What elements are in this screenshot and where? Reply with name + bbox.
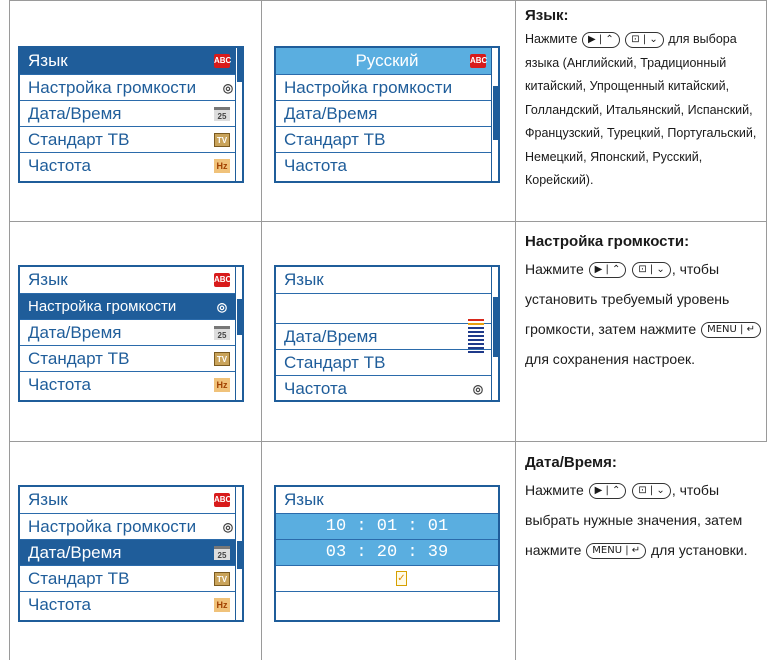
calendar-icon: 25: [214, 326, 230, 340]
section-language-description: Язык: Нажмите ▶ | ⌃ ⊡ | ⌄ для выбора язы…: [525, 6, 765, 193]
menu-down-key-icon: ⊡ | ⌄: [632, 262, 671, 279]
menu-item-language[interactable]: Язык ABC: [20, 487, 242, 513]
submenu-item[interactable]: Дата/Время: [276, 323, 498, 349]
speaker-icon: ◎: [222, 520, 234, 534]
main-menu-2: Язык ABC Настройка громкости ◎ Дата/Время 2…: [18, 265, 244, 402]
tv-icon: TV: [214, 572, 230, 586]
menu-item-datetime[interactable]: Дата/Время 25: [20, 319, 242, 345]
hz-icon: Hz: [214, 378, 230, 392]
section-title: Дата/Время:: [525, 454, 617, 471]
volume-segment: [468, 347, 484, 349]
speaker-icon: ◎: [216, 300, 228, 314]
speaker-icon: ◎: [472, 382, 484, 396]
section-volume-description: Настройка громкости: Нажмите ▶ | ⌃ ⊡ | ⌄…: [525, 232, 765, 374]
calendar-icon: 25: [214, 546, 230, 560]
confirm-row[interactable]: ✓: [276, 565, 498, 591]
menu-item-datetime[interactable]: Дата/Время 25: [20, 539, 242, 565]
submenu-item[interactable]: [276, 591, 498, 617]
table-row-divider-1: [9, 221, 767, 222]
menu-item-datetime[interactable]: Дата/Время 25: [20, 100, 242, 126]
confirm-document-icon[interactable]: ✓: [396, 571, 407, 586]
language-option-selected[interactable]: Русский ABC: [276, 48, 498, 74]
section-body: Нажмите ▶ | ⌃ ⊡ | ⌄, чтобы выбрать нужны…: [525, 482, 748, 560]
abc-icon: ABC: [214, 493, 231, 507]
menu-item-volume[interactable]: Настройка громкости ◎: [20, 293, 242, 319]
volume-segment: [468, 343, 484, 345]
submenu-volume: Язык Дата/Время Стандарт ТВ Частота ◎: [274, 265, 500, 402]
submenu-item[interactable]: Стандарт ТВ: [276, 349, 498, 375]
volume-segment: [468, 339, 484, 341]
menu-item-tv-standard[interactable]: Стандарт ТВ TV: [20, 345, 242, 371]
hz-icon: Hz: [214, 159, 230, 173]
submenu-item[interactable]: Частота: [276, 152, 498, 178]
menu-item-language[interactable]: Язык ABC: [20, 267, 242, 293]
volume-level-row[interactable]: [276, 293, 498, 323]
table-row-divider-2: [9, 441, 767, 442]
scrollbar-thumb[interactable]: [493, 86, 498, 140]
menu-enter-key-icon: MENU | ↵: [701, 322, 761, 339]
submenu-item[interactable]: Язык: [276, 267, 498, 293]
main-menu-3: Язык ABC Настройка громкости ◎ Дата/Время 2…: [18, 485, 244, 622]
menu-item-volume[interactable]: Настройка громкости ◎: [20, 513, 242, 539]
hz-icon: Hz: [214, 598, 230, 612]
section-body: Нажмите ▶ | ⌃ ⊡ | ⌄ для выбора языка (Ан…: [525, 31, 757, 187]
menu-item-frequency[interactable]: Частота Hz: [20, 152, 242, 178]
speaker-icon: ◎: [222, 81, 234, 95]
abc-icon: ABC: [214, 54, 231, 68]
menu-scrollbar[interactable]: [491, 48, 498, 181]
volume-segment: [468, 335, 484, 337]
scrollbar-thumb[interactable]: [237, 48, 242, 82]
section-title: Язык:: [525, 7, 569, 24]
section-datetime-description: Дата/Время: Нажмите ▶ | ⌃ ⊡ | ⌄, чтобы в…: [525, 453, 765, 565]
menu-down-key-icon: ⊡ | ⌄: [625, 31, 664, 48]
main-menu-1: Язык ABC Настройка громкости ◎ Дата/Время 2…: [18, 46, 244, 183]
section-body: Нажмите ▶ | ⌃ ⊡ | ⌄, чтобы установить тр…: [525, 254, 765, 374]
table-border-top: [9, 0, 767, 1]
menu-scrollbar[interactable]: [491, 267, 498, 400]
time-field[interactable]: 10 : 01 : 01: [276, 513, 498, 539]
menu-enter-key-icon: MENU | ↵: [586, 543, 647, 560]
volume-segment: [468, 319, 484, 321]
menu-item-tv-standard[interactable]: Стандарт ТВ TV: [20, 565, 242, 591]
date-field[interactable]: 03 : 20 : 39: [276, 539, 498, 565]
submenu-item[interactable]: Частота ◎: [276, 375, 498, 401]
calendar-icon: 25: [214, 107, 230, 121]
menu-scrollbar[interactable]: [235, 48, 242, 181]
play-up-key-icon: ▶ | ⌃: [588, 262, 627, 279]
submenu-item[interactable]: Язык: [276, 487, 498, 513]
scrollbar-thumb[interactable]: [237, 299, 242, 335]
menu-item-language[interactable]: Язык ABC: [20, 48, 242, 74]
volume-segment: [468, 323, 484, 325]
table-divider-2: [515, 0, 516, 660]
menu-item-frequency[interactable]: Частота Hz: [20, 591, 242, 617]
tv-icon: TV: [214, 133, 230, 147]
play-up-key-icon: ▶ | ⌃: [581, 31, 620, 48]
tv-icon: TV: [214, 352, 230, 366]
table-divider-1: [261, 0, 262, 660]
play-up-key-icon: ▶ | ⌃: [588, 483, 627, 500]
menu-item-tv-standard[interactable]: Стандарт ТВ TV: [20, 126, 242, 152]
abc-icon: ABC: [214, 273, 231, 287]
table-border-left: [9, 0, 10, 660]
menu-item-volume[interactable]: Настройка громкости ◎: [20, 74, 242, 100]
submenu-item[interactable]: Стандарт ТВ: [276, 126, 498, 152]
submenu-item[interactable]: Настройка громкости: [276, 74, 498, 100]
menu-down-key-icon: ⊡ | ⌄: [632, 483, 671, 500]
section-title: Настройка громкости:: [525, 233, 690, 250]
scrollbar-thumb[interactable]: [493, 297, 498, 357]
volume-segment: [468, 331, 484, 333]
submenu-language: Русский ABC Настройка громкости Дата/Врем…: [274, 46, 500, 183]
menu-item-frequency[interactable]: Частота Hz: [20, 371, 242, 397]
submenu-datetime: Язык 10 : 01 : 01 03 : 20 : 39 ✓: [274, 485, 500, 622]
abc-icon: ABC: [470, 54, 487, 68]
menu-scrollbar[interactable]: [235, 267, 242, 400]
volume-level-bar[interactable]: [468, 319, 484, 355]
volume-segment: [468, 327, 484, 329]
scrollbar-thumb[interactable]: [237, 541, 242, 569]
volume-segment: [468, 351, 484, 353]
submenu-item[interactable]: Дата/Время: [276, 100, 498, 126]
menu-scrollbar[interactable]: [235, 487, 242, 620]
